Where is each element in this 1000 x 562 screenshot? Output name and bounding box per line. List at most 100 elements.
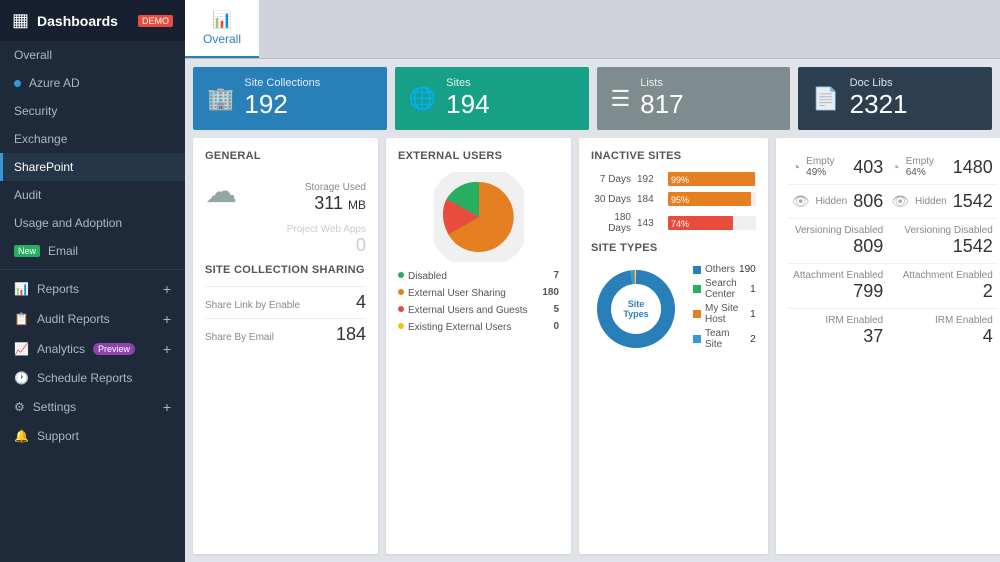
sidebar-section-reports[interactable]: 📊 Reports + xyxy=(0,274,185,304)
eye-icon-2: 👁 xyxy=(891,193,909,210)
sidebar-item-exchange[interactable]: Exchange xyxy=(0,125,185,153)
sites-icon: 🌐 xyxy=(409,86,436,112)
empty-value-2: 1480 xyxy=(953,157,993,178)
doclibs-versioning-row: Versioning Disabled 1542 xyxy=(887,219,997,264)
expand-icon: + xyxy=(163,399,171,415)
stat-card-value: 194 xyxy=(446,89,489,120)
expand-icon: + xyxy=(163,311,171,327)
main-content: 📊 Overall 🏢 Site Collections 192 🌐 Sites… xyxy=(185,0,1000,562)
empty-sublabel-2: 64% xyxy=(906,167,934,178)
settings-icon: ⚙ xyxy=(14,400,25,414)
stat-card-label: Sites xyxy=(446,77,489,89)
content-row: General ☁ Storage Used 311 MB Project We… xyxy=(193,138,992,554)
share-email-label: Share By Email xyxy=(205,332,274,343)
versioning-value: 809 xyxy=(792,236,884,257)
sidebar-item-security[interactable]: Security xyxy=(0,97,185,125)
external-pie-chart xyxy=(434,172,524,262)
existing-dot xyxy=(398,323,404,329)
lists-hidden-row: 👁 Hidden 806 xyxy=(788,185,888,219)
sidebar-section-label: Analytics xyxy=(37,342,85,356)
dashboards-icon: ▦ xyxy=(12,10,29,31)
eye-icon: 👁 xyxy=(792,193,810,210)
bar-fill: 99% xyxy=(668,172,755,186)
hidden-value: 806 xyxy=(853,191,883,212)
sidebar-item-usage[interactable]: Usage and Adoption xyxy=(0,209,185,237)
bar-pct: 99% xyxy=(668,175,689,185)
sidebar-item-label: Azure AD xyxy=(29,76,80,90)
doclibs-hidden-row: 👁 Hidden 1542 xyxy=(887,185,997,219)
ext-guests-dot xyxy=(398,306,404,312)
sidebar-item-label: Email xyxy=(48,244,78,258)
sidebar-header: ▦ Dashboards DEMO xyxy=(0,0,185,41)
ext-label: Existing External Users xyxy=(408,321,549,334)
sidebar-item-sharepoint[interactable]: SharePoint xyxy=(0,153,185,181)
bar-fill: 95% xyxy=(668,192,751,206)
stat-card-site-collections: 🏢 Site Collections 192 xyxy=(193,67,387,130)
sidebar-item-label: Exchange xyxy=(14,132,67,146)
ext-value: 180 xyxy=(542,287,559,298)
site-types-title: Site Types xyxy=(591,242,756,254)
stat-card-sites: 🌐 Sites 194 xyxy=(395,67,589,130)
stat-card-doc-libs: 📄 Doc Libs 2321 xyxy=(798,67,992,130)
inactive-title: Inactive Sites xyxy=(591,150,756,162)
sidebar-title: Dashboards xyxy=(37,13,118,29)
hidden-value-2: 1542 xyxy=(953,191,993,212)
ext-label: External Users and Guests xyxy=(408,304,549,317)
ext-label: External User Sharing xyxy=(408,287,538,300)
storage-value: 311 MB xyxy=(245,193,366,214)
share-link-label: Share Link by Enable xyxy=(205,300,300,311)
sidebar-section-label: Audit Reports xyxy=(37,312,110,326)
legend-name: Others xyxy=(705,264,735,275)
disabled-dot xyxy=(398,272,404,278)
legend-name: Search Center xyxy=(705,278,746,300)
sidebar-item-label: Usage and Adoption xyxy=(14,216,122,230)
teamsite-dot xyxy=(693,335,701,343)
bar-track: 99% xyxy=(668,172,756,186)
sidebar-section-analytics[interactable]: 📈 Analytics Preview + xyxy=(0,334,185,364)
sidebar-item-overall[interactable]: Overall xyxy=(0,41,185,69)
sidebar-item-label: Audit xyxy=(14,188,41,202)
legend-val: 2 xyxy=(750,334,756,345)
project-label: Project Web Apps xyxy=(205,224,366,235)
share-email-row: Share By Email 184 xyxy=(205,318,366,350)
stat-card-lists: ☰ Lists 817 xyxy=(597,67,791,130)
external-legend: Disabled 7 External User Sharing 180 Ext… xyxy=(398,270,559,334)
pie-icon-2: ◔ xyxy=(891,159,899,175)
attachment-label-2: Attachment Enabled xyxy=(891,270,993,281)
lists-empty-row: ◔ Empty 49% 403 xyxy=(788,150,888,185)
sidebar-item-azure-ad[interactable]: Azure AD xyxy=(0,69,185,97)
tab-label: Overall xyxy=(203,32,241,46)
empty-label-2: Empty xyxy=(906,156,934,167)
doclibs-irm-row: IRM Enabled 4 xyxy=(887,309,997,353)
donut-center-label: SiteTypes xyxy=(623,299,648,319)
attachment-value-2: 2 xyxy=(891,281,993,302)
sidebar-section-audit-reports[interactable]: 📋 Audit Reports + xyxy=(0,304,185,334)
legend-val: 190 xyxy=(739,264,756,275)
expand-icon: + xyxy=(163,341,171,357)
project-value: 0 xyxy=(205,235,366,256)
doclibs-attachment-row: Attachment Enabled 2 xyxy=(887,264,997,309)
sidebar-item-email[interactable]: New Email xyxy=(0,237,185,265)
bar-track: 74% xyxy=(668,216,756,230)
tab-overall[interactable]: 📊 Overall xyxy=(185,0,259,58)
general-title: General xyxy=(205,150,366,162)
site-collections-icon: 🏢 xyxy=(207,86,234,112)
sidebar-section-support[interactable]: 🔔 Support xyxy=(0,422,185,450)
site-collection-sharing: Site Collection Sharing Share Link by En… xyxy=(205,264,366,350)
pie-chart-container xyxy=(398,172,559,262)
schedule-icon: 🕐 xyxy=(14,371,29,385)
inactive-bars: 7 Days 192 99% 30 Days 184 xyxy=(591,172,756,234)
analytics-icon: 📈 xyxy=(14,342,29,356)
external-title: External Users xyxy=(398,150,559,162)
sidebar-section-schedule-reports[interactable]: 🕐 Schedule Reports xyxy=(0,364,185,392)
legend-val: 1 xyxy=(750,309,756,320)
sidebar-item-audit[interactable]: Audit xyxy=(0,181,185,209)
bar-label: 180 Days xyxy=(591,212,631,234)
site-types-donut: SiteTypes xyxy=(591,264,681,354)
legend-teamsite: Team Site 2 xyxy=(693,328,756,350)
preview-badge: Preview xyxy=(93,343,135,355)
versioning-label-2: Versioning Disabled xyxy=(891,225,993,236)
ext-sharing-dot xyxy=(398,289,404,295)
sidebar-section-settings[interactable]: ⚙ Settings + xyxy=(0,392,185,422)
expand-icon: + xyxy=(163,281,171,297)
